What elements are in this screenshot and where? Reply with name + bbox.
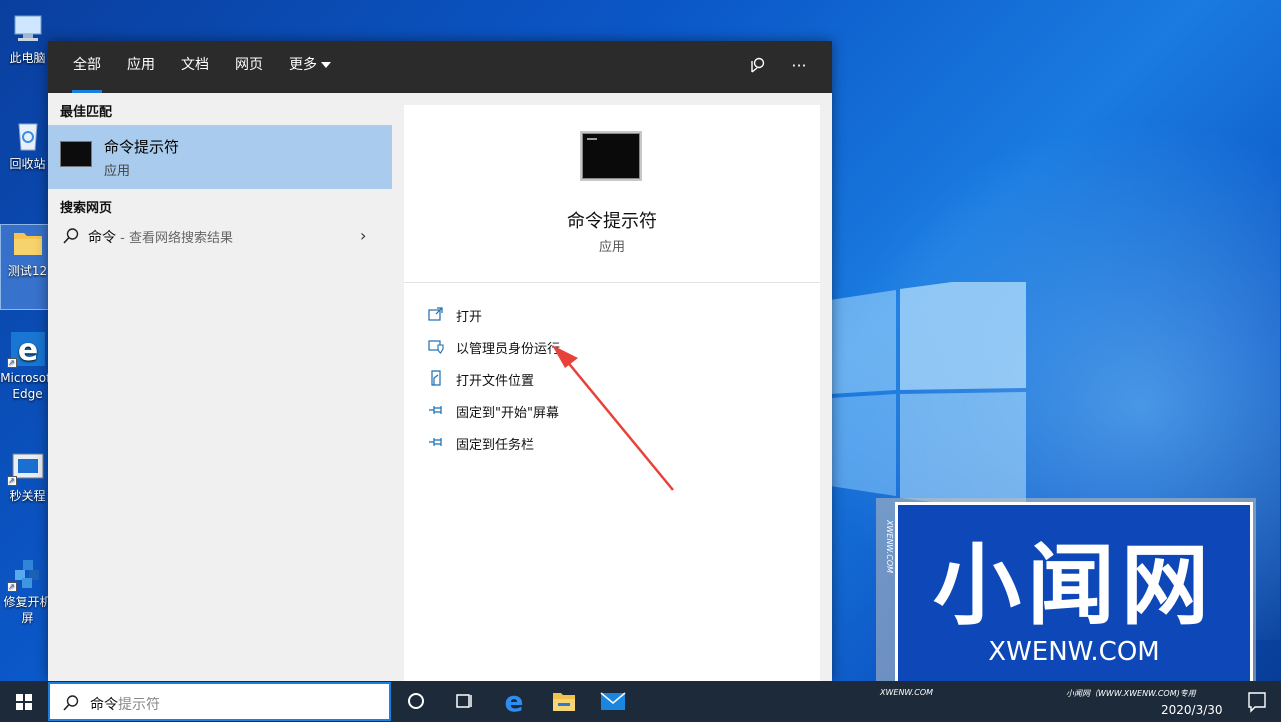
best-match-kind: 应用 — [104, 164, 131, 179]
app-window-icon: ↗ — [6, 450, 45, 486]
folder-icon — [11, 225, 45, 259]
shortcut-arrow-icon: ↗ — [6, 476, 17, 486]
action-label: 固定到任务栏 — [456, 438, 535, 453]
task-view-button[interactable] — [440, 681, 488, 722]
watermark-logo: 小闻网 XWENW.COM — [895, 502, 1253, 684]
tab-apps[interactable]: 应用 — [114, 41, 168, 93]
tab-more[interactable]: 更多 — [276, 41, 344, 93]
pin-taskbar-icon — [429, 438, 442, 446]
start-button[interactable] — [0, 681, 48, 722]
taskbar-mail-button[interactable] — [589, 681, 637, 722]
cortana-button[interactable] — [392, 681, 440, 722]
taskbar-search-input[interactable]: 命令提示符 — [48, 682, 391, 721]
task-view-icon — [456, 694, 472, 708]
search-panel-header: 全部 应用 文档 网页 更多 ··· — [48, 41, 832, 93]
best-match-heading: 最佳匹配 — [60, 105, 113, 120]
action-pin-to-taskbar[interactable]: 固定到任务栏 — [404, 427, 820, 459]
action-open[interactable]: 打开 — [404, 299, 820, 331]
desktop-icon-label: Microsoft Edge — [0, 371, 55, 401]
action-label: 打开 — [456, 310, 483, 325]
desktop-icon-label: 此电脑 — [9, 51, 46, 65]
desktop-icon-folder[interactable]: 测试12 — [0, 224, 55, 310]
notification-center-button[interactable] — [1233, 681, 1281, 722]
search-icon — [63, 228, 79, 244]
result-detail-card: 命令提示符 应用 打开 以管理员身份运行 打开文件位置 固定到"开始"屏幕 固定… — [404, 105, 820, 681]
web-search-hint: - 查看网络搜索结果 — [116, 231, 233, 246]
action-label: 以管理员身份运行 — [456, 342, 561, 357]
action-label: 打开文件位置 — [456, 374, 535, 389]
recycle-bin-icon — [11, 118, 45, 152]
web-search-query: 命令 - 查看网络搜索结果 — [88, 230, 233, 246]
windows-start-icon — [16, 694, 32, 710]
desktop-icon-app[interactable]: ↗ 秒关程 — [0, 450, 55, 504]
watermark-footer-right: 小闻网（WWW.XWENW.COM)专用 — [1066, 689, 1196, 698]
desktop-icon-label: 修复开机屏 — [3, 595, 52, 625]
shortcut-arrow-icon: ↗ — [6, 358, 17, 368]
edge-icon: e — [505, 685, 524, 718]
web-search-result[interactable]: 命令 - 查看网络搜索结果 › — [48, 221, 392, 253]
edge-icon: e ↗ — [6, 332, 45, 368]
file-location-icon — [431, 370, 441, 386]
watermark-footer-left: XWENW.COM — [880, 688, 934, 697]
mail-icon — [600, 692, 626, 710]
action-run-as-admin[interactable]: 以管理员身份运行 — [404, 331, 820, 363]
results-list: 最佳匹配 命令提示符 应用 搜索网页 命令 - 查看网络搜索结果 › — [48, 93, 392, 681]
more-options-button[interactable]: ··· — [787, 55, 811, 79]
desktop-icon-label: 回收站 — [9, 157, 46, 171]
notification-icon — [1248, 692, 1266, 713]
repair-cube-icon: ↗ — [6, 556, 45, 592]
detail-actions: 打开 以管理员身份运行 打开文件位置 固定到"开始"屏幕 固定到任务栏 — [404, 283, 820, 459]
action-open-file-location[interactable]: 打开文件位置 — [404, 363, 820, 395]
search-icon — [63, 695, 79, 711]
computer-icon — [11, 12, 45, 46]
shortcut-arrow-icon: ↗ — [6, 582, 17, 592]
open-icon — [428, 307, 443, 321]
action-pin-to-start[interactable]: 固定到"开始"屏幕 — [404, 395, 820, 427]
desktop-icon-this-pc[interactable]: 此电脑 — [0, 12, 55, 66]
svg-text:e: e — [17, 333, 37, 366]
chevron-down-icon — [321, 62, 331, 68]
taskbar-edge-button[interactable]: e — [490, 681, 538, 722]
pin-start-icon — [429, 406, 442, 414]
taskbar-file-explorer-button[interactable] — [540, 681, 588, 722]
best-match-result[interactable]: 命令提示符 应用 — [48, 125, 392, 189]
tab-documents[interactable]: 文档 — [168, 41, 222, 93]
tray-date[interactable]: 2020/3/30 — [1161, 703, 1223, 717]
search-autocomplete: 提示符 — [118, 697, 160, 713]
cmd-large-icon — [580, 131, 642, 181]
admin-shield-icon — [428, 340, 444, 354]
best-match-name: 命令提示符 — [104, 138, 180, 156]
desktop-icon-repair[interactable]: ↗ 修复开机屏 — [0, 556, 55, 626]
chevron-right-icon[interactable]: › — [360, 226, 366, 245]
cmd-icon — [60, 141, 92, 167]
detail-title: 命令提示符 — [567, 211, 657, 232]
desktop-icon-label: 测试12 — [7, 264, 48, 278]
cortana-circle-icon — [408, 693, 424, 709]
search-tabs: 全部 应用 文档 网页 更多 — [48, 41, 832, 93]
tab-web[interactable]: 网页 — [222, 41, 276, 93]
desktop-icon-label: 秒关程 — [9, 489, 46, 503]
desktop-icon-edge[interactable]: e ↗ Microsoft Edge — [0, 332, 55, 402]
feedback-button[interactable] — [746, 55, 770, 79]
watermark-domain: XWENW.COM — [988, 637, 1160, 667]
web-search-heading: 搜索网页 — [60, 201, 113, 216]
detail-header: 命令提示符 应用 — [404, 105, 820, 283]
action-label: 固定到"开始"屏幕 — [456, 406, 559, 421]
windows-logo-wallpaper — [830, 282, 1026, 512]
svg-text:e: e — [505, 685, 524, 718]
windows-search-panel: 全部 应用 文档 网页 更多 ··· 最佳匹配 命令提示符 应用 搜索网页 命令… — [48, 41, 832, 681]
detail-kind: 应用 — [598, 240, 625, 255]
tab-all[interactable]: 全部 — [60, 41, 114, 93]
file-explorer-icon — [553, 693, 575, 711]
search-query-text: 命令提示符 — [90, 697, 160, 713]
feedback-icon — [751, 57, 765, 73]
watermark-side-text: XWENW.COM — [885, 520, 894, 574]
watermark-title: 小闻网 — [932, 534, 1215, 637]
desktop-icon-recycle-bin[interactable]: 回收站 — [0, 118, 55, 172]
